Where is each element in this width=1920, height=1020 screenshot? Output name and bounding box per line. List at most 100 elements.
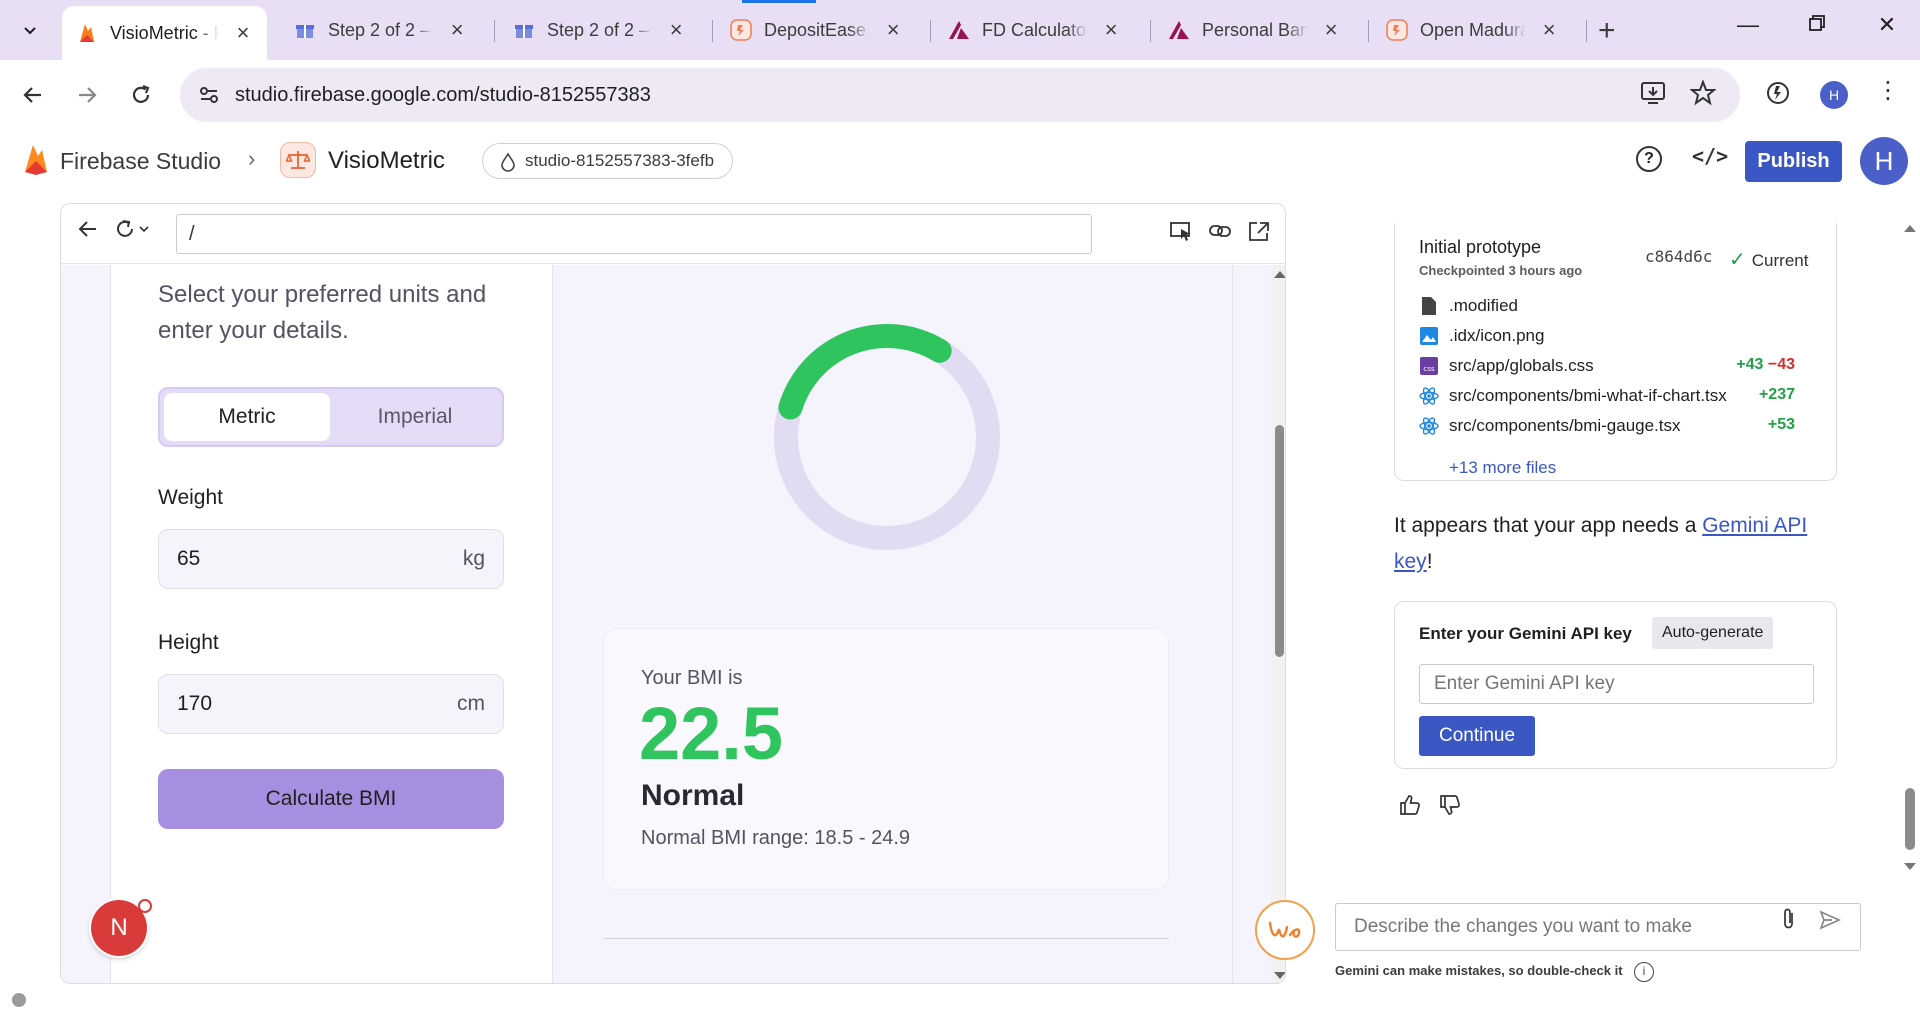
thumbs-down-icon[interactable] <box>1438 793 1462 823</box>
extension-icon[interactable] <box>1765 80 1791 111</box>
minimize-button[interactable]: — <box>1733 12 1763 38</box>
unit-metric-button[interactable]: Metric <box>164 393 330 441</box>
close-icon[interactable]: × <box>884 17 902 43</box>
close-window-button[interactable]: ✕ <box>1872 12 1902 38</box>
tab-step2-b[interactable]: Step 2 of 2 – F × <box>499 9 699 51</box>
bmi-result-area: Your BMI is 22.5 Normal Normal BMI range… <box>553 265 1233 983</box>
auto-generate-button[interactable]: Auto-generate <box>1652 617 1774 649</box>
close-icon[interactable]: × <box>1322 17 1340 43</box>
changed-file[interactable]: src/components/bmi-what-if-chart.tsx +23… <box>1419 385 1819 407</box>
changed-file[interactable]: css src/app/globals.css +43 −43 <box>1419 355 1819 377</box>
new-tab-button[interactable]: + <box>1598 14 1616 48</box>
workspace-chip[interactable]: studio-8152557383-3fefb <box>482 143 734 179</box>
weight-input[interactable]: 65 kg <box>158 529 504 589</box>
scroll-down-icon[interactable] <box>1904 863 1916 870</box>
tab-title: Step 2 of 2 – F <box>328 19 435 40</box>
reload-icon <box>117 220 149 237</box>
prompt-input[interactable]: Describe the changes you want to make <box>1335 903 1861 951</box>
info-icon[interactable]: i <box>1634 962 1654 982</box>
arrow-left-icon <box>78 221 96 237</box>
link-icon[interactable] <box>1208 220 1232 247</box>
tab-depositease[interactable]: DepositEase × <box>716 9 916 51</box>
gemini-chat-panel: Initial prototype Checkpointed 3 hours a… <box>1300 203 1920 1020</box>
preview-path-input[interactable]: / <box>176 214 1092 254</box>
bmi-range: Normal BMI range: 18.5 - 24.9 <box>641 827 911 849</box>
restore-button[interactable] <box>1802 12 1832 38</box>
menu-kebab-icon[interactable]: ⋮ <box>1876 76 1900 105</box>
preview-back-button[interactable] <box>77 218 99 247</box>
reload-button[interactable] <box>126 80 156 110</box>
height-label: Height <box>158 631 219 654</box>
inspect-icon[interactable] <box>1169 220 1193 247</box>
bmi-gauge <box>773 324 1000 550</box>
close-icon[interactable]: × <box>1540 17 1558 43</box>
open-external-icon[interactable] <box>1247 220 1271 247</box>
brand-name[interactable]: Firebase Studio <box>60 148 221 175</box>
file-icon <box>1419 296 1439 316</box>
scroll-down-icon[interactable] <box>1274 972 1285 979</box>
address-bar[interactable]: studio.firebase.google.com/studio-815255… <box>180 68 1740 122</box>
forward-button[interactable] <box>72 80 102 110</box>
scroll-up-icon[interactable] <box>1274 271 1285 278</box>
profile-avatar[interactable]: H <box>1820 81 1848 109</box>
attach-icon[interactable] <box>1780 904 1798 950</box>
close-icon[interactable]: × <box>233 20 253 46</box>
star-icon[interactable] <box>1689 79 1717 111</box>
project-name[interactable]: VisioMetric <box>328 147 445 175</box>
calculate-bmi-button[interactable]: Calculate BMI <box>158 769 504 829</box>
back-button[interactable] <box>18 80 48 110</box>
close-icon[interactable]: × <box>1102 17 1120 43</box>
tab-fd-calculator[interactable]: FD Calculator × <box>934 9 1134 51</box>
notification-dot <box>138 899 152 913</box>
close-icon[interactable]: × <box>667 17 685 43</box>
send-icon[interactable] <box>1818 904 1842 950</box>
gift-icon <box>294 19 316 41</box>
preview-scrollbar[interactable] <box>1271 265 1285 983</box>
status-dot <box>12 993 26 1007</box>
tab-separator <box>712 20 713 42</box>
tab-personal-bank[interactable]: Personal Bank × <box>1154 9 1354 51</box>
height-input[interactable]: 170 cm <box>158 674 504 734</box>
help-icon[interactable]: ? <box>1636 146 1662 172</box>
unit-imperial-button[interactable]: Imperial <box>332 393 498 441</box>
scrollbar-thumb[interactable] <box>1275 425 1284 657</box>
app-icon <box>1386 19 1408 41</box>
bmi-form: Select your preferred units and enter yo… <box>110 265 553 983</box>
site-info-icon[interactable] <box>198 84 220 111</box>
continue-button[interactable]: Continue <box>1419 716 1535 756</box>
tab-separator <box>1586 20 1587 42</box>
publish-button[interactable]: Publish <box>1745 141 1842 182</box>
changed-file[interactable]: src/components/bmi-gauge.tsx +53 <box>1419 415 1819 437</box>
scroll-up-icon[interactable] <box>1904 225 1916 232</box>
install-app-icon[interactable] <box>1640 80 1668 111</box>
preview-reload-button[interactable] <box>115 218 151 246</box>
tab-visiometric[interactable]: VisioMetric - F × <box>62 6 267 60</box>
svg-text:css: css <box>1423 365 1434 373</box>
chat-scrollbar[interactable] <box>1900 203 1920 903</box>
bmi-label: Your BMI is <box>641 667 743 689</box>
height-unit: cm <box>457 692 485 715</box>
tab-separator <box>1368 20 1369 42</box>
arrow-left-icon <box>23 87 41 103</box>
disclaimer-text: Gemini can make mistakes, so double-chec… <box>1335 963 1623 978</box>
thumbs-up-icon[interactable] <box>1398 793 1422 823</box>
user-avatar[interactable]: H <box>1860 137 1908 185</box>
tab-search-button[interactable] <box>10 10 50 50</box>
changed-file[interactable]: .modified <box>1419 295 1819 317</box>
gauge-fill <box>773 324 1000 550</box>
app-icon <box>730 19 752 41</box>
message-text: ! <box>1426 550 1433 573</box>
tab-title: DepositEase <box>764 19 867 40</box>
api-key-input[interactable]: Enter Gemini API key <box>1419 664 1814 704</box>
tab-open-madura[interactable]: Open Madura × <box>1372 9 1572 51</box>
scrollbar-thumb[interactable] <box>1905 788 1915 850</box>
code-view-icon[interactable]: </> <box>1692 144 1728 168</box>
close-icon[interactable]: × <box>448 17 466 43</box>
tab-step2-a[interactable]: Step 2 of 2 – F × <box>280 9 480 51</box>
more-files-link[interactable]: +13 more files <box>1449 458 1556 478</box>
restore-icon <box>1809 15 1825 31</box>
weight-unit: kg <box>462 547 485 570</box>
changed-file[interactable]: .idx/icon.png <box>1419 325 1819 347</box>
checkpoint-hash[interactable]: c864d6c <box>1645 247 1712 266</box>
chevron-right-icon: › <box>248 146 256 171</box>
